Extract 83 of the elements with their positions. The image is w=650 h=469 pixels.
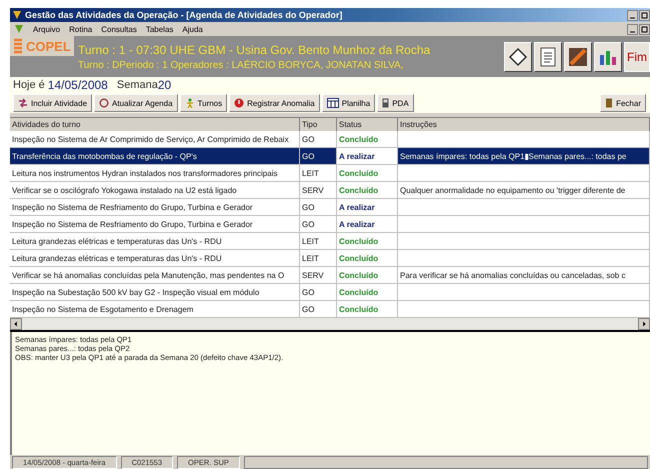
toolbar-button[interactable]: Atualizar Agenda xyxy=(94,94,178,112)
activity-cell[interactable]: Transferência das motobombas de regulação - QP's xyxy=(10,148,300,165)
activity-cell[interactable]: Inspeção no Sistema de Resfriamento do Grupo, Turbina e Gerador xyxy=(10,216,300,233)
status-cell: Concluído xyxy=(337,165,398,182)
document-icon xyxy=(540,46,556,66)
type-cell: SERV xyxy=(300,182,337,199)
shift-info: Turno : 1 - 07:30 UHE GBM - Usina Gov. Bento Munhoz da Rocha xyxy=(77,42,432,56)
activity-cell[interactable]: Inspeção no Sistema de Ar Comprimido de Serviço, Ar Comprimido de Rebaix xyxy=(10,131,300,148)
type-cell: LEIT xyxy=(300,165,337,182)
horizontal-scrollbar[interactable] xyxy=(10,318,650,332)
door-icon xyxy=(605,98,614,108)
instructions-cell: Semanas ímpares: todas pela QP1▮Semanas pares...: todas pe xyxy=(398,148,650,165)
clipboard-button[interactable] xyxy=(504,42,532,72)
activity-cell[interactable]: Verificar se o oscilógrafo Yokogawa instalado na U2 está ligado xyxy=(10,182,300,199)
menu-item[interactable]: Ajuda xyxy=(182,24,203,34)
type-cell: GO xyxy=(300,199,337,216)
column-header[interactable]: Atividades do turno xyxy=(10,118,300,132)
activity-cell[interactable]: Leitura nos instrumentos Hydran instalados nos transformadores principais xyxy=(10,165,300,182)
status-cell: Concluído xyxy=(337,267,398,284)
week-number: 20 xyxy=(158,78,172,92)
activity-cell[interactable]: Inspeção no Sistema de Resfriamento do Grupo, Turbina e Gerador xyxy=(10,199,300,216)
toolbar-button[interactable]: Turnos xyxy=(180,94,228,112)
toolbar-button[interactable]: Planilha xyxy=(322,94,376,112)
status-cell: Concluído xyxy=(337,131,398,148)
status-cell: Concluído xyxy=(337,284,398,301)
today-label: Hoje é xyxy=(13,79,45,91)
minimize-button[interactable] xyxy=(627,24,638,34)
type-cell: GO xyxy=(300,131,337,148)
activity-cell[interactable]: Leitura grandezas elétricas e temperaturas das Un's - RDU xyxy=(10,233,300,250)
activity-cell[interactable]: Inspeção no Sistema de Esgotamento e Drenagem xyxy=(10,301,300,318)
document-button[interactable] xyxy=(534,42,562,72)
type-cell: GO xyxy=(300,216,337,233)
diamond-icon xyxy=(508,46,528,66)
toolbar-button[interactable]: PDA xyxy=(377,94,414,112)
type-cell: SERV xyxy=(300,267,337,284)
status-cell: A realizar xyxy=(337,216,398,233)
brand-name: COPEL xyxy=(26,38,71,54)
activity-cell[interactable]: Verificar se há anomalias concluídas pela Manutenção, mas pendentes na O xyxy=(10,267,300,284)
instructions-cell: Qualquer anormalidade no equipamento ou 'trigger diferente de xyxy=(398,182,650,199)
column-header[interactable]: Tipo xyxy=(300,118,337,132)
status-cell: Concluído xyxy=(337,250,398,267)
exit-button[interactable]: Fim xyxy=(624,42,650,72)
close-button[interactable]: Fechar xyxy=(600,94,646,112)
logo-icon xyxy=(13,38,23,54)
type-cell: LEIT xyxy=(300,233,337,250)
scroll-right-button[interactable] xyxy=(638,318,650,330)
minimize-button[interactable] xyxy=(627,10,638,20)
scroll-left-button[interactable] xyxy=(10,318,22,330)
activity-cell[interactable]: Leitura grandezas elétricas e temperaturas das Un's - RDU xyxy=(10,250,300,267)
restore-button[interactable] xyxy=(639,10,650,20)
instructions-cell: Para verificar se há anomalias concluídas ou canceladas, sob c xyxy=(398,267,650,284)
menu-item[interactable]: Rotina xyxy=(69,24,92,34)
tools-icon xyxy=(567,46,589,68)
column-header[interactable]: Status xyxy=(337,118,398,132)
alert-icon xyxy=(234,98,244,108)
status-cell: A realizar xyxy=(337,199,398,216)
type-cell: GO xyxy=(300,301,337,318)
status-cell: Concluído xyxy=(337,182,398,199)
menu-item[interactable]: Consultas xyxy=(101,24,137,34)
toolbar-button[interactable]: Incluir Atividade xyxy=(13,94,92,112)
status-cell: Concluído xyxy=(337,301,398,318)
type-cell: GO xyxy=(300,148,337,165)
status-cell: A realizar xyxy=(337,148,398,165)
menu-item[interactable]: Arquivo xyxy=(33,24,60,34)
week-label: Semana xyxy=(116,79,158,91)
type-cell: GO xyxy=(300,284,337,301)
grid-icon xyxy=(326,98,339,108)
status-cell: Concluído xyxy=(337,233,398,250)
current-date: 14/05/2008 xyxy=(48,78,108,92)
menu-item[interactable]: Tabelas xyxy=(146,24,174,34)
add-arrows-icon xyxy=(18,98,28,108)
handheld-icon xyxy=(382,98,390,108)
column-header[interactable]: Instruções xyxy=(398,118,650,132)
restore-button[interactable] xyxy=(639,24,650,34)
window-title: Gestão das Atividades da Operação - [Agenda de Atividades do Operador] xyxy=(25,10,342,20)
toolbar-button[interactable]: Registrar Anomalia xyxy=(229,94,320,112)
tools-button[interactable] xyxy=(564,42,592,72)
person-icon xyxy=(184,98,195,108)
activity-cell[interactable]: Inspeção na Subestação 500 kV bay G2 - Inspeção visual em módulo xyxy=(10,284,300,301)
refresh-icon xyxy=(99,98,110,108)
chart-button[interactable] xyxy=(594,42,622,72)
operators-info: Turno : DPeriodo : 1 Operadores : LAÉRCIO BORYCA, JONATAN SILVA, xyxy=(77,60,404,70)
type-cell: LEIT xyxy=(300,250,337,267)
